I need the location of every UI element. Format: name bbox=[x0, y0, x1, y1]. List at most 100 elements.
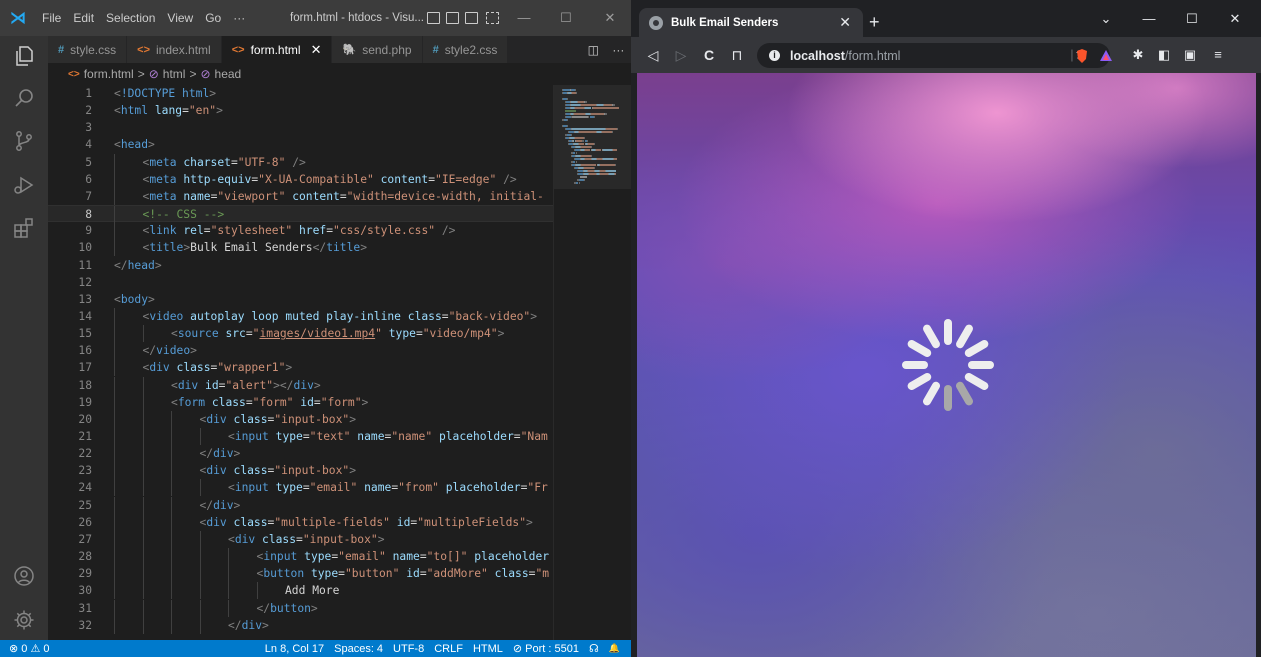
tab-label: style2.css bbox=[444, 42, 498, 57]
code-line[interactable]: 8 <!-- CSS --> bbox=[48, 205, 553, 224]
code-line[interactable]: 29 <button type="button" id="addMore" cla… bbox=[48, 565, 553, 583]
code-line[interactable]: 28 <input type="email" name="to[]" placeh… bbox=[48, 548, 553, 566]
eol-status[interactable]: CRLF bbox=[429, 643, 468, 655]
code-line[interactable]: 13 <body> bbox=[48, 291, 553, 308]
code-line[interactable]: 1 <!DOCTYPE html> bbox=[48, 85, 553, 102]
code-text: </div> bbox=[199, 498, 241, 512]
code-line[interactable]: 20 <div class="input-box"> bbox=[48, 410, 553, 428]
code-line[interactable]: 6 <meta http-equiv="X-UA-Compatible" cont… bbox=[48, 170, 553, 188]
tab-form-html[interactable]: <> form.html ✕ bbox=[221, 36, 333, 63]
explorer-icon[interactable] bbox=[12, 44, 36, 68]
menu-selection[interactable]: Selection bbox=[100, 11, 161, 25]
code-line[interactable]: 19 <form class="form" id="form"> bbox=[48, 393, 553, 411]
split-editor-icon[interactable]: ◫ bbox=[588, 43, 599, 57]
close-tab-icon[interactable]: ✕ bbox=[839, 14, 851, 31]
minimap[interactable] bbox=[553, 85, 631, 640]
code-line[interactable]: 30 Add More bbox=[48, 582, 553, 600]
address-bar[interactable]: i localhost/form.html ⇪ bbox=[757, 43, 1110, 68]
vscode-minimize-button[interactable]: — bbox=[506, 0, 542, 36]
site-info-icon[interactable]: i bbox=[769, 50, 780, 61]
code-line[interactable]: 9 <link rel="stylesheet" href="css/style.… bbox=[48, 222, 553, 240]
code-line[interactable]: 16 </video> bbox=[48, 342, 553, 360]
code-line[interactable]: 14 <video autoplay loop muted play-inline… bbox=[48, 307, 553, 325]
menu-go[interactable]: Go bbox=[199, 11, 227, 25]
code-line[interactable]: 32 </div> bbox=[48, 616, 553, 634]
breadcrumb-head[interactable]: head bbox=[215, 67, 242, 81]
bookmark-icon[interactable]: ⊓ bbox=[725, 37, 749, 73]
customize-layout-icon[interactable] bbox=[486, 12, 499, 24]
code-line[interactable]: 3 bbox=[48, 119, 553, 136]
extensions-puzzle-icon[interactable]: ✱ bbox=[1127, 37, 1149, 73]
code-line[interactable]: 23 <div class="input-box"> bbox=[48, 462, 553, 480]
browser-close-button[interactable]: ✕ bbox=[1215, 0, 1255, 37]
code-line[interactable]: 17 <div class="wrapper1"> bbox=[48, 359, 553, 377]
code-line[interactable]: 26 <div class="multiple-fields" id="multi… bbox=[48, 513, 553, 531]
accounts-icon[interactable] bbox=[12, 564, 36, 588]
more-actions-icon[interactable]: ··· bbox=[612, 43, 624, 57]
menu-file[interactable]: File bbox=[36, 11, 67, 25]
wallet-icon[interactable]: ▣ bbox=[1179, 37, 1201, 73]
page-viewport-video-background[interactable] bbox=[637, 73, 1256, 657]
line-number: 13 bbox=[78, 292, 92, 306]
search-icon[interactable] bbox=[12, 86, 36, 110]
code-line[interactable]: 24 <input type="email" name="from" placeh… bbox=[48, 479, 553, 497]
sidebar-icon[interactable]: ◧ bbox=[1153, 37, 1175, 73]
code-line[interactable]: 11 </head> bbox=[48, 257, 553, 274]
menu-view[interactable]: View bbox=[161, 11, 199, 25]
code-line[interactable]: 4 <head> bbox=[48, 136, 553, 153]
notifications-bell-icon[interactable]: 🔔 bbox=[604, 643, 625, 654]
indentation-status[interactable]: Spaces: 4 bbox=[329, 643, 388, 655]
browser-tab[interactable]: Bulk Email Senders ✕ bbox=[639, 8, 863, 37]
code-line[interactable]: 18 <div id="alert"></div> bbox=[48, 376, 553, 394]
code-line[interactable]: 10 <title>Bulk Email Senders</title> bbox=[48, 239, 553, 257]
tab-index-html[interactable]: <> index.html bbox=[127, 36, 222, 63]
breadcrumb-file[interactable]: form.html bbox=[84, 67, 134, 81]
browser-maximize-button[interactable]: ☐ bbox=[1172, 0, 1212, 37]
tab-search-icon[interactable]: ⌄ bbox=[1086, 0, 1126, 37]
code-line[interactable]: 15 <source src="images/video1.mp4" type="… bbox=[48, 325, 553, 343]
menu-edit[interactable]: Edit bbox=[67, 11, 100, 25]
manage-gear-icon[interactable] bbox=[12, 608, 36, 632]
browser-minimize-button[interactable]: — bbox=[1129, 0, 1169, 37]
code-line[interactable]: 12 bbox=[48, 274, 553, 291]
reload-button[interactable]: C bbox=[697, 37, 721, 73]
code-line[interactable]: 2 <html lang="en"> bbox=[48, 102, 553, 119]
problems-status[interactable]: ⊗ 0 ⚠ 0 bbox=[4, 642, 54, 655]
new-tab-button[interactable]: + bbox=[869, 12, 880, 33]
code-editor[interactable]: 1 <!DOCTYPE html> 2 <html lang="en"> 3 4 <head… bbox=[48, 85, 553, 640]
extensions-icon[interactable] bbox=[12, 216, 36, 240]
toggle-panel-icon[interactable] bbox=[446, 12, 459, 24]
breadcrumb-html[interactable]: html bbox=[163, 67, 186, 81]
language-mode-status[interactable]: HTML bbox=[468, 643, 508, 655]
cursor-position-status[interactable]: Ln 8, Col 17 bbox=[260, 643, 329, 655]
minimap-slider[interactable] bbox=[554, 85, 631, 189]
forward-button[interactable]: ▷ bbox=[669, 37, 693, 73]
run-debug-icon[interactable] bbox=[12, 173, 36, 197]
code-line[interactable]: 22 </div> bbox=[48, 445, 553, 463]
line-number: 25 bbox=[78, 498, 92, 512]
browser-menu-icon[interactable]: ≡ bbox=[1207, 37, 1229, 73]
menu-more[interactable]: ··· bbox=[227, 11, 251, 25]
live-server-port-status[interactable]: ⊘ Port : 5501 bbox=[508, 642, 584, 655]
source-control-icon[interactable] bbox=[12, 129, 36, 153]
toggle-secondary-sidebar-icon[interactable] bbox=[465, 12, 478, 24]
code-line[interactable]: 27 <div class="input-box"> bbox=[48, 530, 553, 548]
vscode-close-button[interactable]: ✕ bbox=[592, 0, 628, 36]
code-line[interactable]: 21 <input type="text" name="name" placeho… bbox=[48, 428, 553, 445]
vscode-titlebar: ⋊ File Edit Selection View Go ··· form.h… bbox=[0, 0, 631, 36]
toggle-sidebar-icon[interactable] bbox=[427, 12, 440, 24]
tab-style-css[interactable]: # style.css bbox=[48, 36, 128, 63]
code-line[interactable]: 5 <meta charset="UTF-8" /> bbox=[48, 153, 553, 171]
brave-rewards-icon[interactable] bbox=[1095, 37, 1117, 73]
code-line[interactable]: 25 </div> bbox=[48, 496, 553, 514]
brave-shields-icon[interactable] bbox=[1071, 37, 1093, 73]
close-tab-icon[interactable]: ✕ bbox=[311, 42, 322, 58]
back-button[interactable]: ◁ bbox=[641, 37, 665, 73]
feedback-icon[interactable]: ☊ bbox=[584, 642, 604, 655]
tab-style2-css[interactable]: # style2.css bbox=[422, 36, 509, 63]
encoding-status[interactable]: UTF-8 bbox=[388, 643, 429, 655]
code-line[interactable]: 7 <meta name="viewport" content="width=de… bbox=[48, 187, 553, 205]
vscode-maximize-button[interactable]: ☐ bbox=[548, 0, 584, 36]
code-line[interactable]: 31 </button> bbox=[48, 599, 553, 617]
tab-send-php[interactable]: 🐘 send.php bbox=[332, 36, 423, 63]
